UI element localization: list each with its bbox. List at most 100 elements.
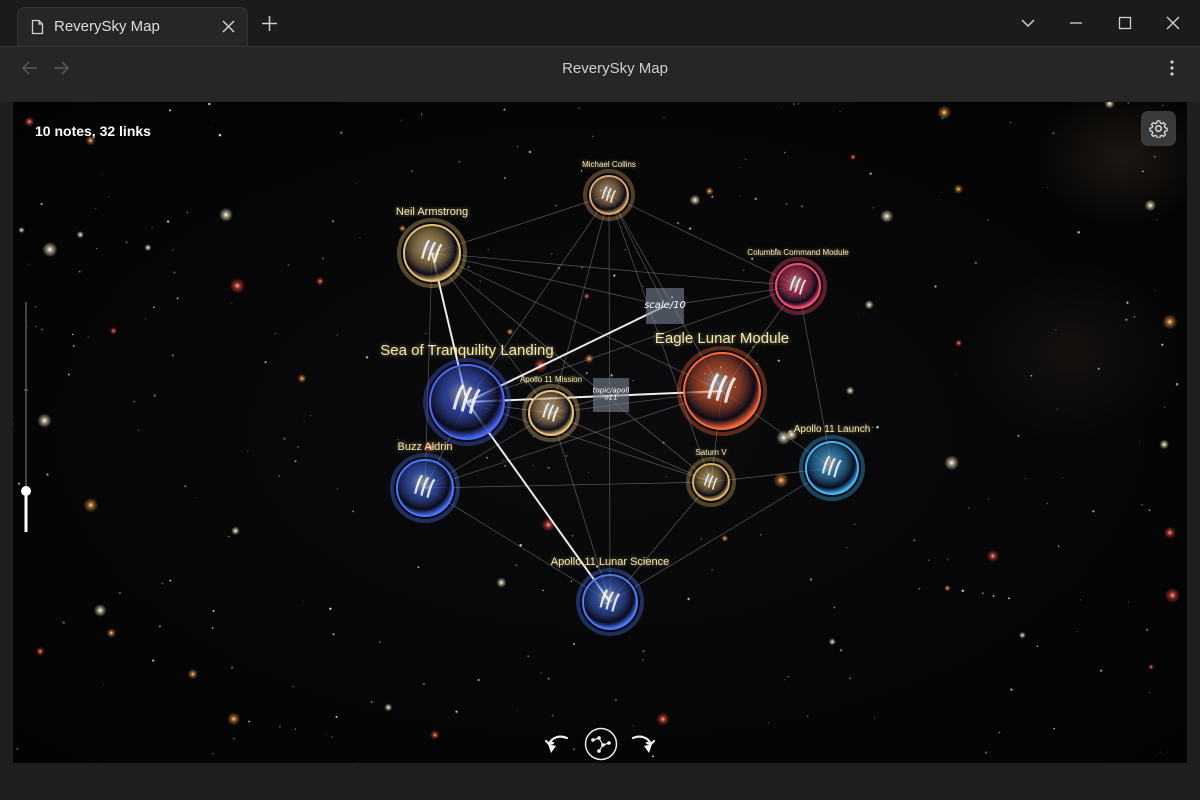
star [87,336,89,338]
close-tab-icon[interactable] [221,19,236,34]
star [570,580,573,582]
star [869,172,872,175]
star [279,725,281,728]
node-columbia-command-module-target[interactable] [776,264,820,308]
star [67,373,70,376]
star [780,106,782,108]
star [1164,406,1166,408]
star [370,701,373,703]
minimize-icon[interactable] [1067,14,1085,32]
star [336,488,338,490]
star [400,119,402,121]
star [613,274,616,277]
rotate-right-icon[interactable] [629,731,657,757]
star [503,108,506,111]
node-label-saturn-v[interactable]: Saturn V [695,448,726,457]
star [46,473,49,476]
node-label-neil-armstrong[interactable]: Neil Armstrong [396,206,468,218]
star [1128,601,1129,603]
glowing-star [1163,526,1176,539]
star [231,302,233,304]
star [542,589,544,592]
star [687,597,690,601]
new-tab-icon[interactable] [261,15,278,32]
star [231,666,233,669]
node-eagle-lunar-module-target[interactable] [684,353,760,429]
tag-topic-apollo11-label[interactable]: topic/apoll o11 [593,387,630,403]
star [1145,628,1149,632]
node-apollo-11-mission-target[interactable] [529,391,573,435]
more-options-icon[interactable] [1163,58,1181,78]
star [998,731,1001,734]
graph-viewport[interactable]: Sea of Tranquility Landing Eagle Lunar Mo… [13,102,1187,763]
star [527,655,530,658]
star [1175,383,1179,386]
star [711,195,714,198]
star [1141,504,1143,506]
glowing-star [430,730,440,740]
star [809,578,813,581]
star [947,559,948,561]
node-label-apollo-11-lunar-science[interactable]: Apollo 11 Lunar Science [551,556,669,568]
star [578,107,580,109]
star [28,263,30,265]
star [228,536,230,538]
node-label-buzz-aldrin[interactable]: Buzz Aldrin [397,441,452,453]
node-label-apollo-11-mission[interactable]: Apollo 11 Mission [520,375,582,384]
maximize-icon[interactable] [1116,14,1134,32]
node-michael-collins-target[interactable] [590,176,628,214]
zoom-slider-track[interactable] [24,302,28,532]
node-label-michael-collins[interactable]: Michael Collins [582,160,636,169]
nav-bar: ReverySky Map [0,46,1200,102]
node-neil-armstrong-target[interactable] [404,225,460,281]
node-sea-of-tranquility-landing-target[interactable] [430,365,504,439]
star [742,269,745,271]
rotate-left-icon[interactable] [543,731,571,757]
star [468,266,470,268]
star [212,609,215,613]
node-label-columbia-command-module[interactable]: Columbia Command Module [747,248,848,257]
star [274,332,276,335]
star [744,158,747,160]
glowing-star [944,585,951,592]
node-apollo-11-launch-target[interactable] [806,442,858,494]
node-saturn-v-target[interactable] [693,464,729,500]
star [581,266,583,269]
glowing-star [42,241,58,258]
chevron-down-icon[interactable] [1019,14,1037,32]
star [194,496,196,498]
node-buzz-aldrin-target[interactable] [397,460,453,516]
zoom-slider-handle[interactable] [21,486,31,496]
node-label-apollo-11-launch[interactable]: Apollo 11 Launch [794,424,871,435]
star [528,150,532,154]
star [784,679,786,681]
star [35,326,37,328]
star [72,333,74,336]
settings-button[interactable] [1141,111,1176,146]
title-bar: ReverySky Map [0,0,1200,46]
graph-edge [608,194,799,287]
star [40,203,43,206]
node-apollo-11-lunar-science-target[interactable] [583,575,637,629]
constellation-icon[interactable] [584,727,618,761]
tag-scale-10-label[interactable]: scale/10 [644,300,686,312]
star [787,676,789,678]
star [798,103,800,105]
star [17,482,21,485]
star [151,226,153,229]
tab-reverysky-map[interactable]: ReverySky Map [17,7,248,46]
star [839,111,841,113]
close-window-icon[interactable] [1164,14,1182,32]
glowing-star [144,244,152,252]
glowing-star [986,549,999,563]
node-label-sea-of-tranquility-landing[interactable]: Sea of Tranquility Landing [380,342,553,359]
glowing-star [297,374,307,383]
star [1010,688,1013,691]
star [1148,691,1151,694]
star [1161,104,1163,106]
node-label-eagle-lunar-module[interactable]: Eagle Lunar Module [655,330,789,347]
star [421,113,423,115]
glowing-star [845,386,855,396]
star [642,285,644,288]
star [504,464,507,467]
